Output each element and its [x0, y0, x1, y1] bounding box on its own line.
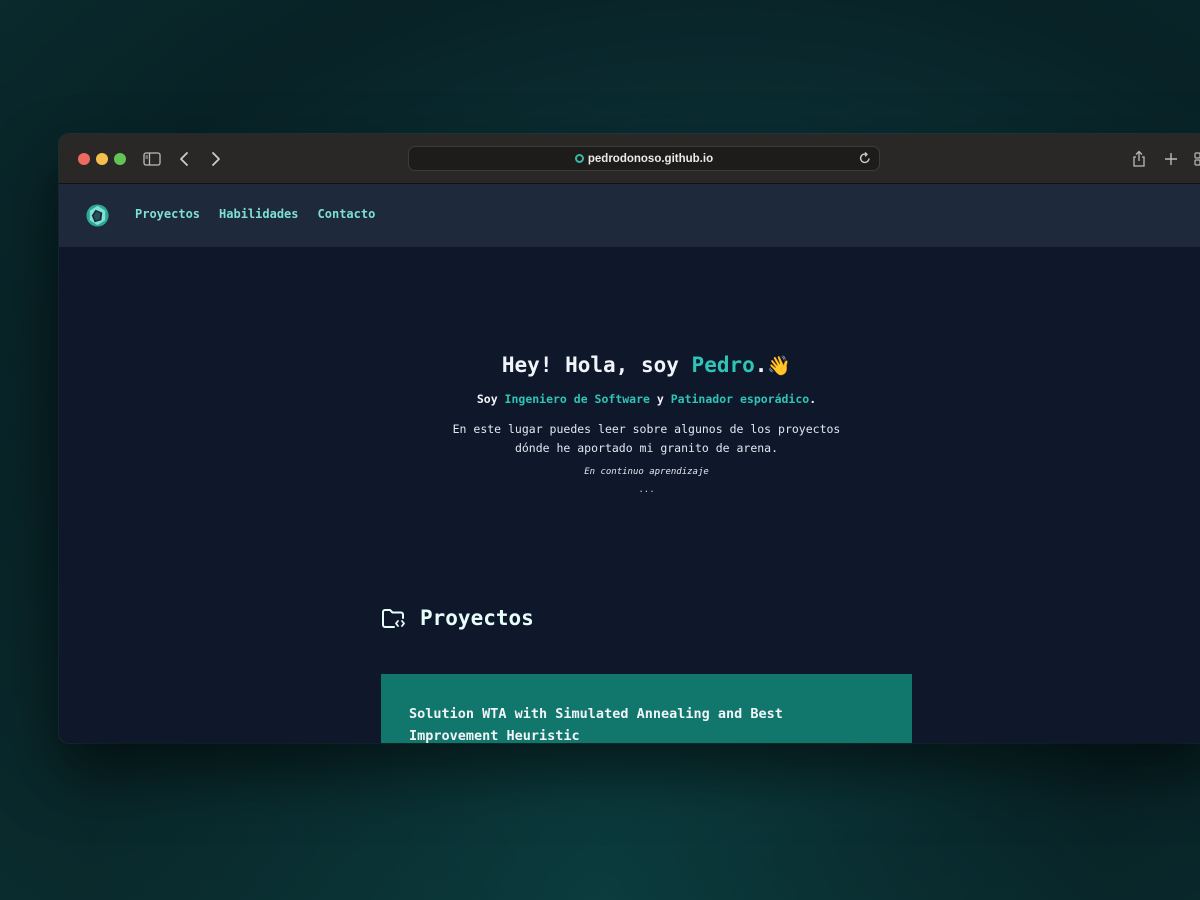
- tab-overview-icon: [1194, 152, 1200, 166]
- close-window-button[interactable]: [78, 153, 90, 165]
- browser-window: pedrodonoso.github.io Proyectos Habilida…: [59, 134, 1200, 743]
- hero-sub-suffix: .: [809, 392, 817, 406]
- tab-overview-button[interactable]: [1193, 149, 1200, 169]
- hero-desc-line1: En este lugar puedes leer sobre algunos …: [452, 422, 841, 436]
- hero-title-prefix: Hey! Hola, soy: [501, 353, 692, 377]
- hero-role-skater: Patinador esporádico: [670, 392, 810, 406]
- chevron-left-icon: [180, 152, 188, 166]
- new-tab-button[interactable]: [1163, 149, 1179, 169]
- site-favicon-icon: [574, 154, 584, 163]
- project-card-title[interactable]: Solution WTA with Simulated Annealing an…: [409, 703, 829, 743]
- reload-icon[interactable]: [859, 151, 871, 168]
- hero-desc-line2: dónde he aportado mi granito de arena.: [514, 441, 779, 455]
- site-navbar: Proyectos Habilidades Contacto: [59, 184, 1200, 247]
- share-icon: [1133, 150, 1145, 167]
- hero-sub-mid: y: [649, 392, 671, 406]
- minimize-window-button[interactable]: [96, 153, 108, 165]
- folder-code-icon: [382, 609, 405, 628]
- hero-ellipsis: ...: [638, 485, 655, 495]
- hero-description: En este lugar puedes leer sobre algunos …: [59, 420, 1200, 458]
- address-url: pedrodonoso.github.io: [587, 152, 714, 165]
- nav-links: Proyectos Habilidades Contacto: [135, 207, 375, 221]
- projects-heading: Proyectos: [381, 606, 534, 630]
- site-logo-icon[interactable]: [85, 203, 110, 228]
- hero-subtitle: Soy Ingeniero de Software y Patinador es…: [59, 392, 1200, 406]
- address-bar[interactable]: pedrodonoso.github.io: [408, 146, 880, 171]
- chevron-right-icon: [212, 152, 220, 166]
- hero-sub-prefix: Soy: [476, 392, 505, 406]
- sidebar-icon: [143, 152, 161, 166]
- projects-section-title: Proyectos: [420, 606, 534, 630]
- plus-icon: [1165, 153, 1177, 165]
- nav-link-proyectos[interactable]: Proyectos: [135, 207, 200, 221]
- nav-link-habilidades[interactable]: Habilidades: [219, 207, 298, 221]
- project-card[interactable]: Solution WTA with Simulated Annealing an…: [381, 674, 912, 743]
- refresh-icon: [859, 151, 870, 164]
- hero-learning-note: En continuo aprendizaje: [584, 467, 709, 477]
- share-button[interactable]: [1131, 149, 1147, 169]
- waving-hand-icon: 👋: [767, 355, 792, 377]
- zoom-window-button[interactable]: [114, 153, 126, 165]
- hero-title-name: Pedro: [691, 353, 755, 377]
- browser-toolbar: pedrodonoso.github.io: [59, 134, 1200, 184]
- sidebar-toggle-icon[interactable]: [143, 149, 161, 169]
- back-button[interactable]: [177, 149, 191, 169]
- hero-title-suffix: .: [754, 353, 768, 377]
- hero-title: Hey! Hola, soy Pedro.👋: [59, 353, 1200, 377]
- nav-link-contacto[interactable]: Contacto: [318, 207, 376, 221]
- forward-button[interactable]: [209, 149, 223, 169]
- hero-role-engineer: Ingeniero de Software: [504, 392, 650, 406]
